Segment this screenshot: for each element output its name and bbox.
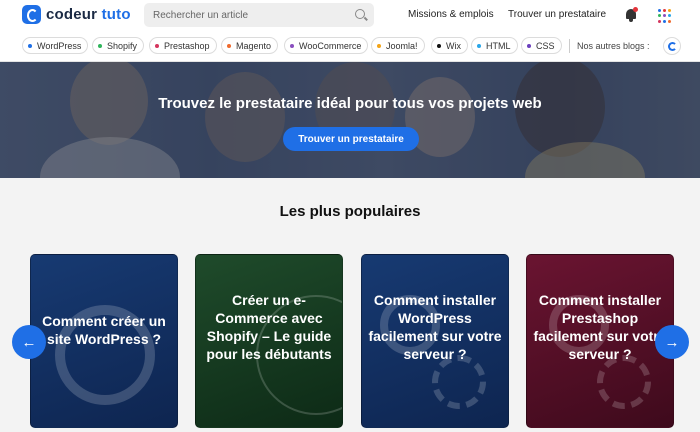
hero-title: Trouvez le prestataire idéal pour tous v… [158,95,542,112]
tag-dot [290,43,294,48]
article-card[interactable]: Créer un e-Commerce avec Shopify – Le gu… [195,254,343,428]
carousel-next-arrow-icon[interactable]: → [655,325,689,359]
article-card-title: Créer un e-Commerce avec Shopify – Le gu… [206,292,332,362]
tag-joomla[interactable]: Joomla! [371,37,425,54]
tag-woocommerce[interactable]: WooCommerce [284,37,369,54]
tag-magento[interactable]: Magento [221,37,279,54]
tag-separator [569,39,570,53]
tag-label: CSS [536,40,555,51]
hero-banner: Trouvez le prestataire idéal pour tous v… [0,62,700,178]
tag-label: Magento [236,40,272,51]
find-provider-button[interactable]: Trouver un prestataire [283,127,419,151]
article-card-title: Comment installer Prestashop facilement … [533,292,667,362]
tag-label: Shopify [107,40,138,51]
article-card-title: Comment créer un site WordPress ? [42,313,166,347]
logo-icon [22,5,41,24]
tag-label: Wix [446,40,461,51]
top-header: codeur tuto Missions & emplois Trouver u… [0,0,700,31]
notification-bell-icon[interactable] [624,7,638,22]
article-card[interactable]: Comment installer WordPress facilement s… [361,254,509,428]
article-card[interactable]: Comment installer Prestashop facilement … [526,254,674,428]
tag-prestashop[interactable]: Prestashop [149,37,217,54]
gear-icon [432,355,486,409]
tag-dot [227,43,231,48]
tag-label: Prestashop [164,40,210,51]
search-input[interactable] [144,3,344,27]
logo-text-main: codeur [46,6,98,23]
tag-dot [155,43,159,48]
tag-html[interactable]: HTML [471,37,518,54]
search-icon[interactable] [355,9,365,19]
nav-missions-emplois[interactable]: Missions & emplois [408,9,494,20]
tag-label: WooCommerce [299,40,362,51]
other-blogs-label: Nos autres blogs : [577,41,650,51]
nav-trouver-prestataire[interactable]: Trouver un prestataire [508,9,606,20]
hero-overlay [0,62,700,178]
tag-label: HTML [486,40,511,51]
search-box [144,3,374,27]
tag-shopify[interactable]: Shopify [92,37,145,54]
tag-wordpress[interactable]: WordPress [22,37,89,54]
tag-css[interactable]: CSS [521,37,562,54]
other-blog-logo-icon[interactable] [663,37,681,55]
notification-dot [633,7,638,12]
apps-grid-icon[interactable] [658,9,672,23]
carousel-prev-arrow-icon[interactable]: ← [12,325,46,359]
gear-icon [597,355,651,409]
tag-label: Joomla! [386,40,418,51]
tag-dot [98,43,102,48]
section-title: Les plus populaires [279,203,421,220]
tag-dot [28,43,32,48]
tag-dot [377,43,381,48]
article-card-title: Comment installer WordPress facilement s… [368,292,502,362]
tag-label: WordPress [37,40,82,51]
tag-dot [527,43,531,48]
tag-dot [477,43,481,48]
site-logo[interactable]: codeur tuto [22,5,131,24]
article-card[interactable]: Comment créer un site WordPress ? [30,254,178,428]
logo-text-accent: tuto [101,6,131,23]
logo-text: codeur tuto [46,6,131,23]
tag-dot [437,43,441,48]
tag-wix[interactable]: Wix [431,37,468,54]
category-tag-bar: WordPress Shopify Prestashop Magento Woo… [0,31,700,93]
